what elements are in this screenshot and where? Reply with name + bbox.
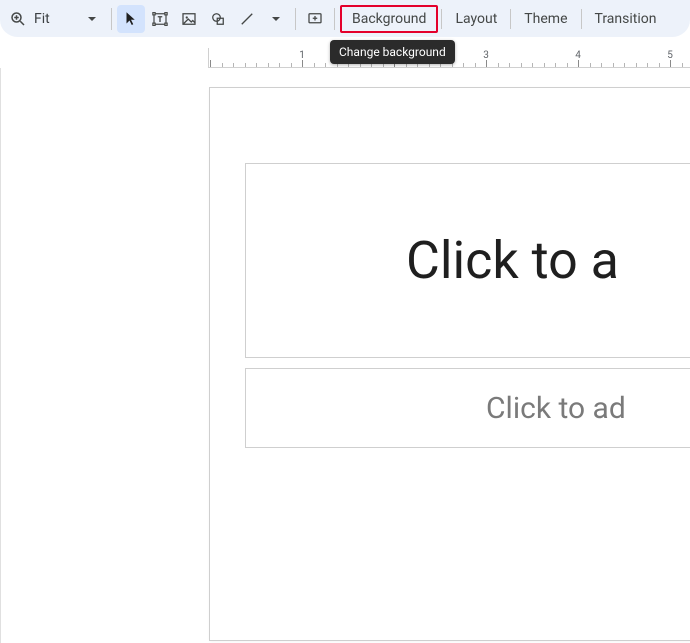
insert-image-tool[interactable] xyxy=(175,5,203,33)
select-tool[interactable] xyxy=(117,5,145,33)
layout-button-label: Layout xyxy=(455,11,497,27)
add-comment-button[interactable] xyxy=(301,5,329,33)
textbox-tool[interactable] xyxy=(146,5,174,33)
title-placeholder-text: Click to a xyxy=(246,230,690,291)
theme-button-label: Theme xyxy=(524,11,567,27)
separator xyxy=(111,8,112,30)
tooltip: Change background xyxy=(330,40,455,64)
ruler-label: 1 xyxy=(299,50,305,61)
transition-button[interactable]: Transition xyxy=(585,5,667,33)
tooltip-text: Change background xyxy=(339,45,446,59)
transition-button-label: Transition xyxy=(595,11,657,27)
title-placeholder[interactable]: Click to a xyxy=(245,163,690,358)
layout-button[interactable]: Layout xyxy=(445,5,507,33)
shape-tool[interactable] xyxy=(204,5,232,33)
theme-button[interactable]: Theme xyxy=(514,5,577,33)
separator xyxy=(334,8,335,30)
separator xyxy=(441,9,442,29)
background-button-label: Background xyxy=(352,11,426,27)
line-dropdown-icon[interactable] xyxy=(262,5,290,33)
subtitle-placeholder[interactable]: Click to ad xyxy=(245,368,690,448)
zoom-level[interactable]: Fit xyxy=(32,11,78,27)
background-button[interactable]: Background xyxy=(340,5,438,33)
ruler-label: 5 xyxy=(667,50,673,61)
separator xyxy=(295,8,296,30)
panel-divider[interactable] xyxy=(0,68,1,643)
toolbar: Fit xyxy=(0,0,690,38)
zoom-dropdown-icon[interactable] xyxy=(78,5,106,33)
ruler-label: 3 xyxy=(483,50,489,61)
zoom-label-text: Fit xyxy=(34,11,50,27)
line-tool[interactable] xyxy=(233,5,261,33)
slide-canvas[interactable]: Click to a Click to ad xyxy=(210,88,690,640)
ruler-label: 4 xyxy=(575,50,581,61)
separator xyxy=(510,9,511,29)
editor-stage: 12345 Click to a Click to ad xyxy=(0,38,690,643)
subtitle-placeholder-text: Click to ad xyxy=(246,391,690,426)
zoom-group: Fit xyxy=(4,5,106,33)
separator xyxy=(581,9,582,29)
zoom-icon[interactable] xyxy=(4,5,32,33)
